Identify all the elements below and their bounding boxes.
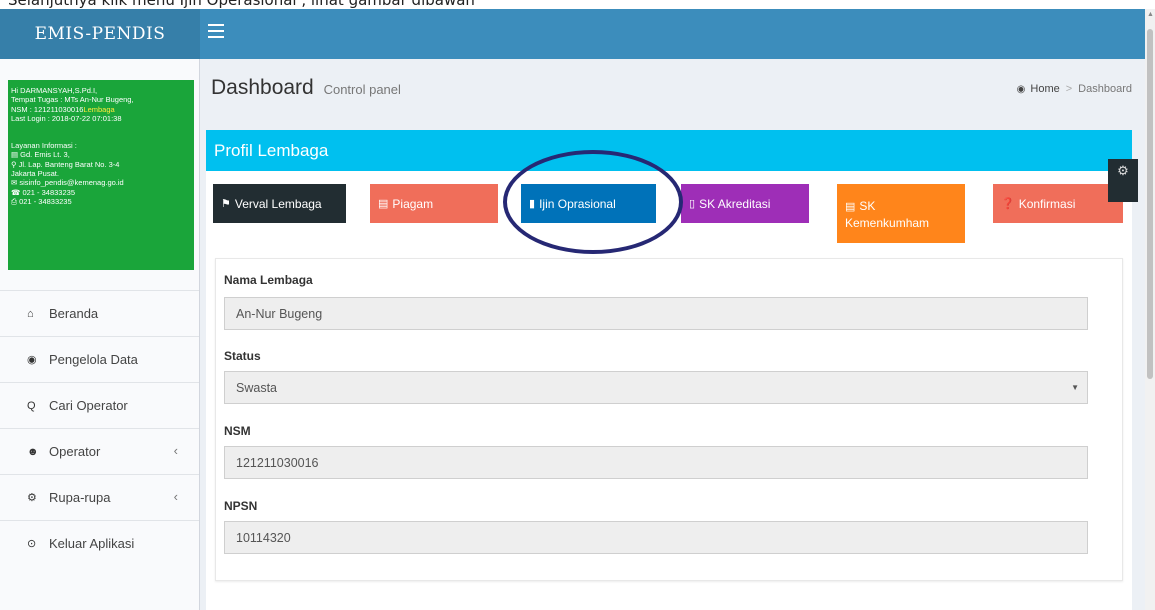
map-marker-icon: ⚲ bbox=[11, 159, 19, 169]
highlight-ellipse-annotation bbox=[503, 150, 683, 254]
fax-text: 021 - 34833235 bbox=[19, 196, 72, 206]
scroll-up-arrow-icon[interactable]: ▲ bbox=[1147, 11, 1154, 18]
city-text: Jakarta Pusat. bbox=[11, 169, 59, 179]
nsm-field[interactable]: 121211030016 bbox=[224, 446, 1088, 479]
sk-kemenkumham-button[interactable]: ▤ SK Kemenkumham bbox=[837, 184, 965, 243]
building-text: Gd. Emis Lt. 3, bbox=[20, 150, 70, 160]
piagam-label: Piagam bbox=[392, 196, 434, 211]
sidebar-item-cari-operator[interactable]: Q Cari Operator bbox=[0, 382, 199, 428]
file-outline-icon: ▯ bbox=[689, 198, 696, 210]
npsn-field[interactable]: 10114320 bbox=[224, 521, 1088, 554]
sidebar-item-operator[interactable]: ☻ Operator ‹ bbox=[0, 428, 199, 474]
user-nsm: NSM : 121211030016 bbox=[11, 104, 84, 114]
panel-heading: Profil Lembaga bbox=[206, 130, 1132, 171]
sk-kemenkumham-label-line1: SK bbox=[859, 199, 876, 213]
verval-lembaga-button[interactable]: ⚑ Verval Lembaga bbox=[213, 184, 346, 223]
phone-row: ☎ 021 - 34833235 bbox=[11, 188, 191, 197]
file-text-icon: ▤ bbox=[378, 198, 389, 210]
sidebar: Hi DARMANSYAH,S.Pd.I, Tempat Tugas : MTs… bbox=[0, 59, 200, 610]
sk-kemenkumham-label-line2: Kemenkumham bbox=[845, 216, 930, 230]
user-info-panel: Hi DARMANSYAH,S.Pd.I, Tempat Tugas : MTs… bbox=[8, 80, 194, 270]
building-icon: ▤ bbox=[11, 150, 21, 160]
user-last-login: Last Login : 2018-07-22 07:01:38 bbox=[11, 113, 122, 123]
cogs-icon: ⚙ bbox=[27, 492, 37, 504]
sidebar-item-pengelola-data[interactable]: ◉ Pengelola Data bbox=[0, 336, 199, 382]
building-row: ▤ Gd. Emis Lt. 3, bbox=[11, 150, 191, 159]
sidebar-item-label: Cari Operator bbox=[49, 398, 128, 413]
sidebar-item-label: Pengelola Data bbox=[49, 352, 138, 367]
dashboard-icon: ◉ bbox=[27, 354, 37, 366]
address-text: Jl. Lap. Banteng Barat No. 3-4 bbox=[18, 159, 120, 169]
verval-lembaga-label: Verval Lembaga bbox=[234, 196, 322, 211]
email-row: ✉ sisinfo_pendis@kemenag.go.id bbox=[11, 178, 191, 187]
status-select[interactable]: Swasta ▼ bbox=[224, 371, 1088, 404]
sidebar-item-label: Rupa-rupa bbox=[49, 490, 111, 505]
users-icon: ☻ bbox=[27, 445, 39, 458]
page-subtitle: Control panel bbox=[323, 82, 401, 97]
nama-lembaga-label: Nama Lembaga bbox=[224, 273, 313, 287]
address-row: ⚲ Jl. Lap. Banteng Barat No. 3-4 bbox=[11, 160, 191, 169]
hamburger-menu-icon[interactable] bbox=[208, 24, 224, 38]
question-circle-icon: ❓ bbox=[1001, 198, 1015, 210]
nama-lembaga-value: An-Nur Bugeng bbox=[236, 306, 323, 321]
gear-icon[interactable]: ⚙ bbox=[1108, 159, 1138, 202]
scrollbar-thumb[interactable] bbox=[1147, 29, 1153, 379]
sidebar-item-label: Keluar Aplikasi bbox=[49, 536, 135, 551]
konfirmasi-label: Konfirmasi bbox=[1018, 196, 1076, 211]
breadcrumb: ◉ Home > Dashboard bbox=[1017, 83, 1132, 95]
breadcrumb-separator: > bbox=[1065, 83, 1073, 95]
power-icon: ⊙ bbox=[27, 538, 37, 550]
file-text-icon: ▤ bbox=[845, 201, 856, 213]
fax-row: ⎙ 021 - 34833235 bbox=[11, 197, 191, 206]
konfirmasi-button[interactable]: ❓ Konfirmasi bbox=[993, 184, 1123, 223]
phone-icon: ☎ bbox=[11, 187, 23, 197]
breadcrumb-home-link[interactable]: Home bbox=[1030, 83, 1059, 95]
user-greeting: Hi DARMANSYAH,S.Pd.I, bbox=[11, 86, 98, 95]
screenshot-root: Selanjutnya klik menu Ijin Operasional ,… bbox=[0, 0, 1155, 610]
nsm-value: 121211030016 bbox=[236, 455, 319, 470]
nama-lembaga-field[interactable]: An-Nur Bugeng bbox=[224, 297, 1088, 330]
printer-icon: ⎙ bbox=[11, 196, 20, 206]
sidebar-item-keluar-aplikasi[interactable]: ⊙ Keluar Aplikasi bbox=[0, 520, 199, 566]
content-header: Dashboard Control panel ◉ Home > Dashboa… bbox=[200, 59, 1145, 119]
piagam-button[interactable]: ▤ Piagam bbox=[370, 184, 498, 223]
top-navbar bbox=[200, 9, 1145, 59]
profil-lembaga-panel: Profil Lembaga ⚑ Verval Lembaga ▤ Piagam… bbox=[206, 130, 1138, 610]
chevron-left-icon: ‹ bbox=[173, 443, 178, 458]
sidebar-item-label: Operator bbox=[49, 444, 101, 459]
sk-akreditasi-label: SK Akreditasi bbox=[699, 196, 771, 211]
chevron-left-icon: ‹ bbox=[173, 489, 178, 504]
npsn-value: 10114320 bbox=[236, 530, 291, 545]
status-value: Swasta bbox=[236, 380, 277, 395]
dashboard-icon: ◉ bbox=[1016, 83, 1026, 95]
layanan-title: Layanan Informasi : bbox=[11, 141, 77, 151]
app-logo[interactable]: EMIS-PENDIS bbox=[0, 9, 200, 59]
home-icon: ⌂ bbox=[27, 307, 34, 320]
page-title: Dashboard Control panel bbox=[211, 76, 401, 100]
phone-text: 021 - 34833235 bbox=[22, 187, 75, 197]
user-tempat-tugas: Tempat Tugas : MTs An-Nur Bugeng, bbox=[11, 95, 134, 105]
dropdown-caret-icon: ▼ bbox=[1071, 383, 1079, 392]
page-scrollbar[interactable]: ▲ bbox=[1145, 9, 1155, 610]
sidebar-item-beranda[interactable]: ⌂ Beranda bbox=[0, 290, 199, 336]
user-nsm-row: NSM : 121211030016Lembaga bbox=[11, 105, 191, 114]
profil-form: Nama Lembaga An-Nur Bugeng Status Swasta… bbox=[215, 258, 1123, 581]
breadcrumb-current: Dashboard bbox=[1078, 83, 1132, 95]
sidebar-item-rupa-rupa[interactable]: ⚙ Rupa-rupa ‹ bbox=[0, 474, 199, 520]
search-icon: Q bbox=[27, 399, 36, 412]
lembaga-link[interactable]: Lembaga bbox=[83, 105, 114, 114]
page-title-text: Dashboard bbox=[211, 76, 314, 99]
caption-text: Selanjutnya klik menu Ijin Operasional ,… bbox=[0, 0, 1155, 9]
npsn-label: NPSN bbox=[224, 499, 258, 513]
email-text: sisinfo_pendis@kemenag.go.id bbox=[19, 178, 124, 188]
sk-akreditasi-button[interactable]: ▯ SK Akreditasi bbox=[681, 184, 809, 223]
flag-icon: ⚑ bbox=[221, 198, 231, 210]
sk-kemenkumham-text: ▤ SK Kemenkumham bbox=[845, 198, 929, 231]
sidebar-nav: ⌂ Beranda ◉ Pengelola Data Q Cari Operat… bbox=[0, 290, 199, 566]
sidebar-item-label: Beranda bbox=[49, 306, 99, 321]
nsm-label: NSM bbox=[224, 424, 251, 438]
status-label: Status bbox=[224, 349, 261, 363]
